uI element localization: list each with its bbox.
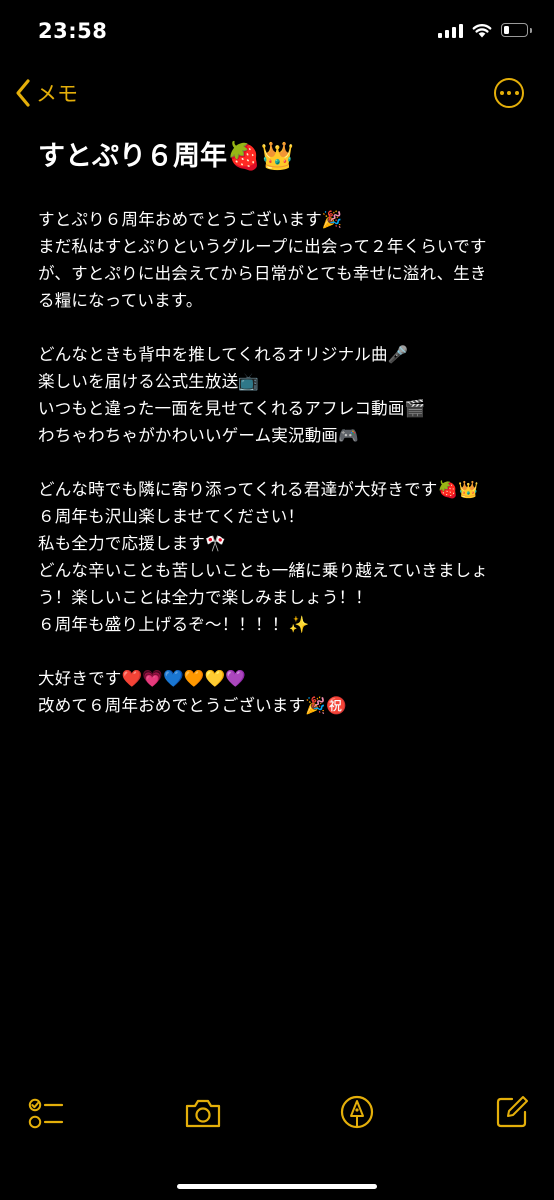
markup-pen-icon[interactable] — [339, 1094, 375, 1130]
more-options-button[interactable] — [494, 78, 524, 108]
back-button-label: メモ — [36, 82, 78, 106]
note-body[interactable]: すとぷり６周年おめでとうございます🎉 まだ私はすとぷりというグループに出会って２年… — [38, 206, 518, 719]
note-line: 楽しいを届ける公式生放送📺 — [38, 372, 260, 391]
note-line: すとぷり６周年おめでとうございます🎉 — [38, 210, 343, 229]
cellular-signal-icon — [438, 22, 463, 38]
note-line: どんな辛いことも苦しいことも一緒に乗り越えていきましょ — [38, 561, 489, 580]
note-line: ６周年も盛り上げるぞ〜！！！！✨ — [38, 615, 310, 634]
status-icons — [438, 22, 532, 38]
bottom-toolbar — [0, 1090, 554, 1200]
note-line: どんな時でも隣に寄り添ってくれる君達が大好きです🍓👑 — [38, 480, 479, 499]
note-line: 私も全力で応援します🎌 — [38, 534, 226, 553]
compose-icon[interactable] — [494, 1094, 530, 1130]
status-bar: 23:58 — [0, 0, 554, 64]
note-line: いつもと違った一面を見せてくれるアフレコ動画🎬 — [38, 399, 426, 418]
ellipsis-icon — [499, 91, 504, 95]
checklist-icon[interactable] — [28, 1096, 64, 1132]
note-line: が、すとぷりに出会えてから日常がとても幸せに溢れ、生き — [38, 264, 487, 283]
note-line: ６周年も沢山楽しませてください！ — [38, 507, 305, 526]
note-line: る糧になっています。 — [38, 291, 203, 310]
home-indicator[interactable] — [177, 1184, 377, 1189]
note-line: どんなときも背中を推してくれるオリジナル曲🎤 — [38, 345, 409, 364]
back-button[interactable]: メモ — [14, 78, 78, 108]
note-line: 大好きです❤️💗💙🧡💛💜 — [38, 669, 246, 688]
battery-level — [504, 26, 509, 34]
chevron-left-icon — [16, 79, 30, 107]
wifi-icon — [472, 23, 492, 37]
notes-screen: 23:58 メモ すとぷり６周年🍓👑 すとぷり６周年おめでとうございます🎉 まだ… — [0, 0, 554, 1200]
camera-icon[interactable] — [184, 1096, 222, 1130]
note-line: 改めて６周年おめでとうございます🎉㊗️ — [38, 696, 347, 715]
battery-icon — [501, 23, 532, 37]
note-line: まだ私はすとぷりというグループに出会って２年くらいです — [38, 237, 487, 256]
note-line: わちゃわちゃがかわいいゲーム実況動画🎮 — [38, 426, 359, 445]
note-title[interactable]: すとぷり６周年🍓👑 — [38, 134, 518, 173]
note-line: う！楽しいことは全力で楽しみましょう！！ — [38, 588, 372, 607]
status-time: 23:58 — [38, 19, 108, 43]
